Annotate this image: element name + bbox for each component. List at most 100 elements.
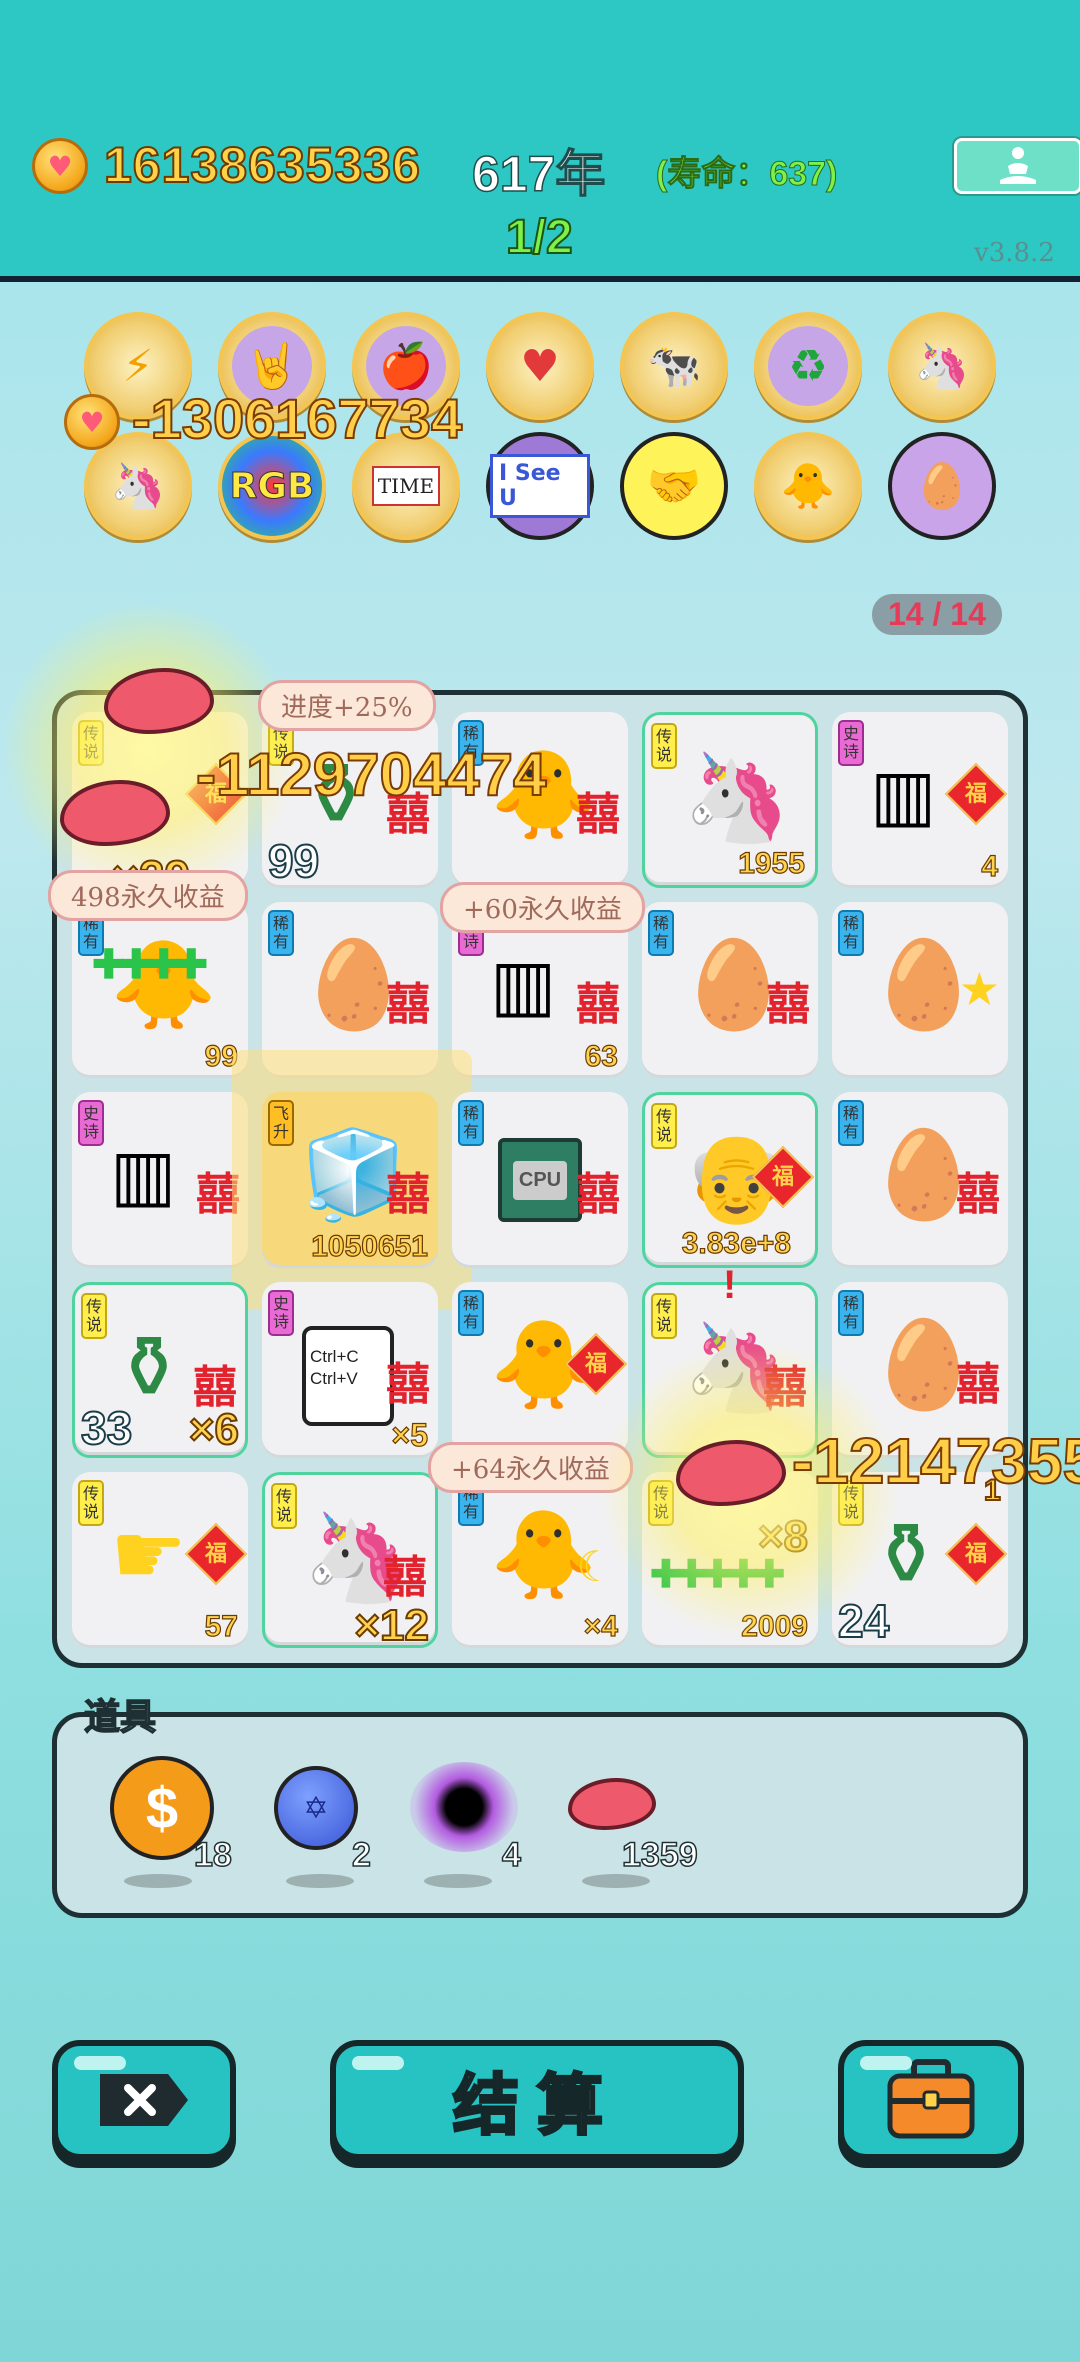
double-happiness-icon: 囍 (576, 979, 620, 1030)
cell-big-number: 33 (80, 1401, 133, 1455)
cell-count: 1050651 (311, 1229, 429, 1263)
grid-cell[interactable]: 史诗 ▥ 囍 (72, 1092, 248, 1268)
settle-button[interactable]: 结算 (330, 2040, 744, 2160)
income-bubble: 498永久收益 (48, 870, 248, 921)
handshake-icon[interactable]: 🤝 (620, 432, 728, 540)
rarity-tag: 稀有 (648, 910, 674, 956)
heart-coin-icon: ♥ (64, 394, 120, 450)
grid-cell[interactable]: 稀有 🐥 福 (452, 1282, 628, 1458)
graphics-card-icon: ▥ (490, 944, 557, 1026)
recycle-icon[interactable]: ♻ (754, 312, 862, 420)
grid-cell[interactable]: 稀有 CPU 囍 (452, 1092, 628, 1268)
fu-badge: 福 (184, 1522, 248, 1586)
alert-icon: ! (723, 1263, 737, 1307)
egg-icon[interactable]: 🥚 (888, 432, 996, 540)
rarity-tag: 传说 (78, 1480, 104, 1526)
cell-multiplier: ×5 (391, 1416, 429, 1453)
settle-label: 结算 (452, 2065, 621, 2146)
meditate-button[interactable] (954, 138, 1080, 194)
grid-cell[interactable]: 稀有 🥚 ★ (832, 902, 1008, 1078)
rarity-tag: 稀有 (838, 1290, 864, 1336)
pointing-hand-icon: ☛ (110, 1505, 188, 1605)
floating-income-value: -1306167734 (131, 386, 463, 451)
clover-sparkle-icon: ✚✚✚✚ (92, 943, 208, 987)
floating-income-value: -1129704474 (195, 740, 547, 809)
moon-icon: ☾ (576, 1543, 614, 1590)
double-happiness-icon: 囍 (386, 979, 430, 1030)
rarity-tag: 稀有 (838, 910, 864, 956)
tool-count: 1359 (621, 1835, 698, 1875)
tool-count: 18 (193, 1835, 232, 1875)
rarity-tag: 稀有 (268, 910, 294, 956)
income-bubble: +60永久收益 (440, 882, 645, 933)
tools-title: 道具 (83, 1695, 157, 1739)
rarity-tag: 稀有 (458, 1290, 484, 1336)
grid-cell[interactable]: 飞升 🧊 囍 1050651 (262, 1092, 438, 1268)
rarity-tag: 传说 (81, 1293, 107, 1339)
double-happiness-icon: 囍 (956, 1359, 1000, 1410)
rarity-tag: 传说 (651, 1293, 677, 1339)
coins-value: 16138635336 (103, 136, 421, 194)
briefcase-icon (887, 2059, 975, 2139)
double-happiness-icon: 囍 (956, 1169, 1000, 1220)
version-label: v3.8.2 (974, 238, 1055, 268)
i-see-u-icon[interactable]: I See U (486, 432, 594, 540)
rarity-tag: 传说 (271, 1483, 297, 1529)
heart-cross-icon[interactable]: ♥ (486, 312, 594, 420)
cpu-icon: CPU (498, 1138, 582, 1222)
cows-icon[interactable]: 🐄 (620, 312, 728, 420)
chick-syringe-icon[interactable]: 🐥 (754, 432, 862, 540)
rarity-tag: 史诗 (268, 1290, 294, 1336)
grid-cell[interactable]: 传说 🦄 囍 ×12 (262, 1472, 438, 1651)
rarity-tag: 史诗 (78, 1100, 104, 1146)
tool-shadow (582, 1874, 650, 1888)
cell-multiplier: ×4 (583, 1609, 618, 1643)
black-hole-tool[interactable]: 4 (410, 1756, 580, 1888)
meditate-icon (1000, 147, 1036, 184)
double-happiness-icon: 囍 (386, 1169, 430, 1220)
grid-cell[interactable]: 传说 🦄 1955 (642, 712, 818, 888)
coin-tool[interactable]: $ 18 (110, 1756, 280, 1888)
crowned-unicorn-icon: 🦄 (683, 748, 791, 848)
graphics-card-icon: ▥ (870, 754, 937, 836)
progress-bubble: 进度+25% (258, 680, 436, 731)
double-happiness-icon: 囍 (766, 979, 810, 1030)
lifespan-value: (寿命：637) (655, 155, 838, 194)
unicorn-icon[interactable]: 🦄 (888, 312, 996, 420)
floating-income-value: -121473559 (791, 1424, 1080, 1498)
fu-badge: 福 (944, 1522, 1008, 1586)
grid-cell[interactable]: 稀有 🥚 囍 (832, 1092, 1008, 1268)
header-divider (0, 276, 1080, 282)
close-button[interactable] (52, 2040, 236, 2160)
grid-cell[interactable]: 传说 ⚱ 囍 33 ×6 (72, 1282, 248, 1458)
liver-tool[interactable]: 1359 (568, 1756, 738, 1888)
grid-cell[interactable]: 传说 ☛ 福 57 (72, 1472, 248, 1648)
grid-cell[interactable]: 史诗 Ctrl+C Ctrl+V 囍 ×5 (262, 1282, 438, 1458)
heart-coin-icon: ♥ (32, 138, 88, 194)
grid-cell[interactable]: 传说 👴 福 3.83e+8 (642, 1092, 818, 1268)
rarity-tag: 传说 (651, 1103, 677, 1149)
grid-cell[interactable]: 稀有 🐥 ✚✚✚✚ 99 (72, 902, 248, 1078)
cell-count: 1955 (738, 846, 806, 880)
double-happiness-icon: 囍 (383, 1552, 427, 1603)
backpack-button[interactable] (838, 2040, 1024, 2160)
tool-shadow (424, 1874, 492, 1888)
cell-multiplier: ×12 (353, 1600, 430, 1651)
star-icon: ★ (958, 963, 1000, 1015)
copy-paste-icon: Ctrl+C Ctrl+V (302, 1326, 394, 1426)
rarity-tag: 史诗 (838, 720, 864, 766)
tool-count: 2 (351, 1835, 371, 1875)
floating-small-value: 1 (983, 1473, 1002, 1508)
tool-shadow (286, 1874, 354, 1888)
cell-multiplier: ×6 (188, 1404, 240, 1455)
tool-count: 4 (501, 1835, 521, 1875)
rarity-tag: 稀有 (838, 1100, 864, 1146)
progress-value: 1/2 (505, 210, 574, 265)
cell-big-number: 99 (267, 834, 320, 888)
rarity-tag: 稀有 (458, 1100, 484, 1146)
cell-count: 63 (584, 1039, 619, 1073)
grid-cell[interactable]: 稀有 🥚 囍 (642, 902, 818, 1078)
double-happiness-icon: 囍 (576, 789, 620, 840)
rarity-tag: 飞升 (268, 1100, 294, 1146)
grid-cell[interactable]: 史诗 ▥ 福 4 (832, 712, 1008, 888)
